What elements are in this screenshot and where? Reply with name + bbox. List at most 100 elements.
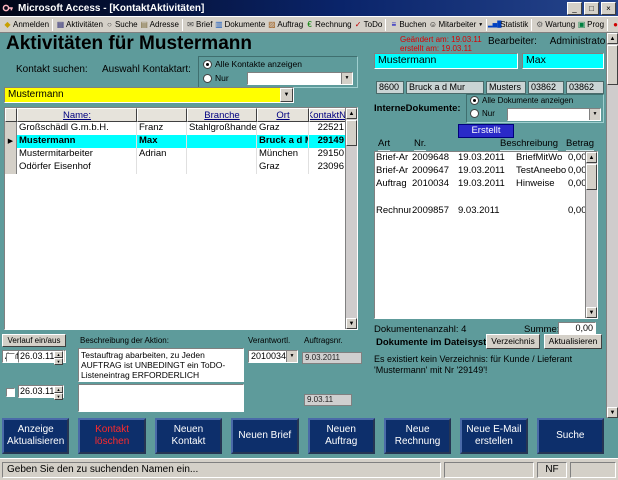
radio-alle-kontakte[interactable]: Alle Kontakte anzeigen bbox=[203, 59, 302, 69]
customer-ort-field[interactable]: Bruck a d Mur bbox=[406, 81, 484, 94]
date-spinner[interactable]: ▲ ▼ bbox=[54, 386, 63, 400]
chevron-down-icon[interactable]: ▼ bbox=[280, 88, 293, 102]
scroll-up-icon[interactable]: ▲ bbox=[607, 33, 618, 44]
verzeichnis-button[interactable]: Verzeichnis bbox=[486, 334, 540, 349]
kontakt-loeschen-button[interactable]: Kontakt löschen bbox=[78, 418, 146, 454]
contacts-header-name[interactable]: Name: bbox=[17, 108, 137, 122]
neue-rechnung-button[interactable]: Neue Rechnung bbox=[383, 418, 452, 454]
toolbar-rechnung[interactable]: € Rechnung bbox=[304, 19, 352, 31]
doc-header-beschreibung[interactable]: Beschreibung bbox=[500, 138, 559, 151]
contacts-scrollbar[interactable]: ▲ ▼ bbox=[345, 108, 357, 329]
dokumente-filter-groupbox: Alle Dokumente anzeigen Nur ▼ bbox=[466, 94, 604, 123]
verlauf-toggle-button[interactable]: Verlauf ein/aus bbox=[2, 334, 66, 347]
search-input[interactable]: Mustermann ▼ bbox=[4, 87, 294, 103]
radio-nur-kontakte[interactable]: Nur bbox=[203, 73, 229, 83]
customer-vorname-field[interactable]: Max bbox=[522, 53, 604, 69]
cell-nr: 2009857 bbox=[412, 205, 449, 216]
table-row[interactable]: Rechnun 2009857 9.03.2011 0,00 bbox=[375, 205, 597, 218]
cell-datum: 19.03.2011 bbox=[458, 165, 505, 176]
doc-header-betrag[interactable]: Betrag bbox=[566, 138, 594, 151]
date-spinner[interactable]: ▲ ▼ bbox=[54, 351, 63, 365]
customer-name-field[interactable]: Mustermann bbox=[374, 53, 518, 69]
neuen-kontakt-button[interactable]: Neuen Kontakt bbox=[154, 418, 223, 454]
close-button[interactable]: × bbox=[601, 1, 616, 15]
customer-tel2-field[interactable]: 03862 bbox=[566, 81, 604, 94]
row-selector[interactable] bbox=[5, 148, 17, 161]
contacts-header-vorname[interactable] bbox=[137, 108, 187, 122]
radio-nur-dokumente[interactable]: Nur bbox=[470, 109, 495, 118]
scroll-up-icon[interactable]: ▲ bbox=[586, 152, 597, 163]
doc-header-art[interactable]: Art bbox=[378, 138, 391, 151]
anzeige-aktualisieren-button[interactable]: Anzeige Aktualisieren bbox=[2, 418, 70, 454]
scrollbar-thumb[interactable] bbox=[586, 164, 597, 190]
table-row-selected[interactable]: ▶ Mustermann Max Bruck a d M 29149 bbox=[5, 135, 357, 148]
customer-strasse-field[interactable]: Musters bbox=[486, 81, 526, 94]
restore-button[interactable]: □ bbox=[584, 1, 599, 15]
aktualisieren-button[interactable]: Aktualisieren bbox=[544, 334, 602, 349]
spin-down-icon[interactable]: ▼ bbox=[54, 358, 63, 365]
toolbar-wartung[interactable]: ⚙ Wartung bbox=[534, 19, 576, 31]
toolbar-anmelden[interactable]: ◆ Anmelden bbox=[2, 19, 50, 31]
row-selector[interactable]: ▶ bbox=[5, 135, 17, 148]
scrollbar-thumb[interactable] bbox=[346, 120, 357, 146]
contacts-header-kontaktnr[interactable]: KontaktNr bbox=[309, 108, 347, 122]
toolbar-beenden[interactable]: ● Beenden bbox=[610, 19, 618, 31]
activity-description-input[interactable]: Testauftrag abarbeiten, zu Jeden AUFTRAG… bbox=[78, 348, 244, 382]
auftragsnr-combo[interactable]: 2010034 ▼ bbox=[248, 350, 298, 363]
toolbar-prog[interactable]: ▣ Prog bbox=[576, 19, 605, 31]
table-row[interactable]: Großschädl G.m.b.H. Franz Stahlgroßhande… bbox=[5, 122, 357, 135]
customer-plz-field[interactable]: 8600 bbox=[376, 81, 404, 94]
table-row[interactable]: Auftrag 2010034 19.03.2011 Hinweise 0,00 bbox=[375, 178, 597, 191]
toolbar-statistik[interactable]: ▂▅█ Statistik bbox=[488, 19, 529, 31]
toolbar-buchen[interactable]: ≡ Buchen bbox=[388, 19, 427, 31]
activity-checkbox[interactable] bbox=[6, 353, 15, 362]
activity-description-input[interactable] bbox=[78, 384, 244, 412]
doc-header-nr[interactable]: Nr. bbox=[414, 138, 427, 151]
row-selector[interactable] bbox=[5, 161, 17, 174]
scroll-down-icon[interactable]: ▼ bbox=[346, 318, 357, 329]
toolbar-todo[interactable]: ✓ ToDo bbox=[353, 19, 384, 31]
scrollbar-thumb[interactable] bbox=[607, 45, 618, 85]
contacts-header-branche[interactable]: Branche bbox=[187, 108, 257, 122]
chevron-down-icon[interactable]: ▼ bbox=[286, 351, 297, 362]
toolbar-brief[interactable]: ✉ Brief bbox=[185, 19, 213, 31]
spin-up-icon[interactable]: ▲ bbox=[54, 386, 63, 393]
radio-alle-dokumente[interactable]: Alle Dokumente anzeigen bbox=[470, 96, 573, 105]
radio-nur-kontakte-label: Nur bbox=[215, 73, 229, 83]
scroll-up-icon[interactable]: ▲ bbox=[346, 108, 357, 119]
documents-scrollbar[interactable]: ▲ ▼ bbox=[585, 152, 597, 318]
spin-down-icon[interactable]: ▼ bbox=[54, 393, 63, 400]
toolbar-adresse[interactable]: ▤ Adresse bbox=[139, 19, 180, 31]
neuen-auftrag-button[interactable]: Neuen Auftrag bbox=[307, 418, 375, 454]
scroll-down-icon[interactable]: ▼ bbox=[586, 307, 597, 318]
chevron-down-icon[interactable]: ▼ bbox=[341, 73, 352, 84]
toolbar-aktivitaeten[interactable]: ▦ Aktivitäten bbox=[55, 19, 104, 31]
activity-date-field[interactable]: 26.03.11 ▲ ▼ bbox=[18, 350, 64, 365]
customer-tel1-field[interactable]: 03862 bbox=[528, 81, 564, 94]
table-row[interactable]: Mustermitarbeiter Adrian München 29150 bbox=[5, 148, 357, 161]
chevron-down-icon[interactable]: ▼ bbox=[589, 109, 600, 120]
activity-checkbox[interactable] bbox=[6, 388, 15, 397]
suche-button[interactable]: Suche bbox=[536, 418, 604, 454]
activity-date-field[interactable]: 26.03.11 ▲ ▼ bbox=[18, 385, 64, 400]
sort-erstellt-button[interactable]: Erstellt bbox=[458, 124, 514, 138]
toolbar-auftrag[interactable]: ▨ Auftrag bbox=[266, 19, 304, 31]
row-selector[interactable] bbox=[5, 122, 17, 135]
table-row[interactable]: Brief-Ar 2009648 19.03.2011 BriefMitWo 0… bbox=[375, 152, 597, 165]
toolbar-mitarbeiter-label: Mitarbeiter bbox=[438, 20, 477, 29]
spin-up-icon[interactable]: ▲ bbox=[54, 351, 63, 358]
form-scrollbar[interactable]: ▲ ▼ bbox=[606, 33, 618, 418]
table-row[interactable]: Brief-Ar 2009647 19.03.2011 TestAneebo 0… bbox=[375, 165, 597, 178]
toolbar-suche[interactable]: ○ Suche bbox=[104, 19, 139, 31]
cell-beschreibung: TestAneebo bbox=[516, 165, 567, 176]
minimize-button[interactable]: _ bbox=[567, 1, 582, 15]
toolbar-dokumente[interactable]: ▥ Dokumente bbox=[213, 19, 266, 31]
scroll-down-icon[interactable]: ▼ bbox=[607, 407, 618, 418]
dokumentart-combo[interactable]: ▼ bbox=[507, 108, 601, 121]
toolbar-mitarbeiter[interactable]: ☺ Mitarbeiter ▼ bbox=[427, 19, 484, 31]
neuen-brief-button[interactable]: Neuen Brief bbox=[231, 418, 299, 454]
table-row[interactable]: Odörfer Eisenhof Graz 23096 bbox=[5, 161, 357, 174]
neue-email-button[interactable]: Neue E-Mail erstellen bbox=[460, 418, 528, 454]
contacts-header-ort[interactable]: Ort bbox=[257, 108, 309, 122]
kontaktart-combo[interactable]: ▼ bbox=[247, 72, 353, 85]
